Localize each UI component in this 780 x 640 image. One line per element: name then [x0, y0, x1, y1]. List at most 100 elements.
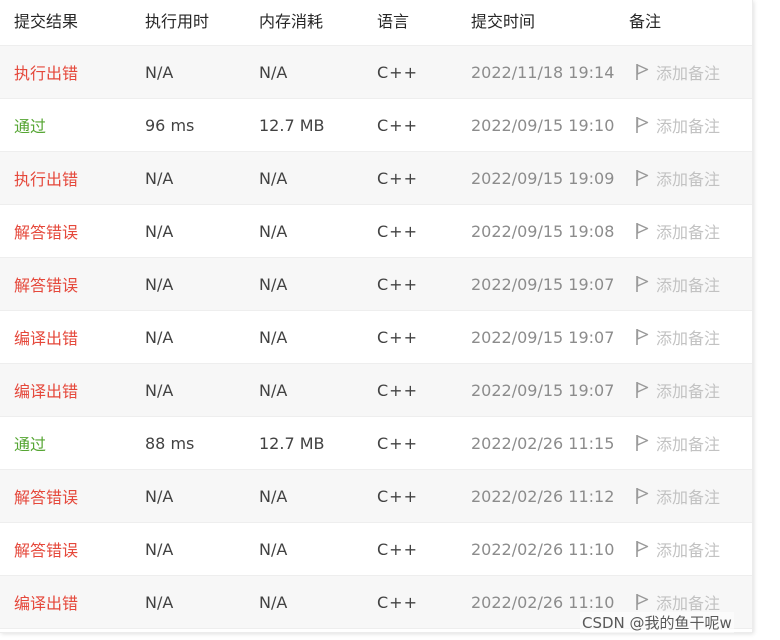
table-row: 通过 96 ms 12.7 MB C++ 2022/09/15 19:10 添加备注	[0, 99, 752, 152]
memory-value: N/A	[259, 62, 288, 82]
header-runtime[interactable]: 执行用时	[145, 0, 209, 40]
status-link[interactable]: 通过	[14, 417, 46, 469]
runtime-value: N/A	[145, 62, 174, 82]
language-value: C++	[377, 539, 418, 559]
add-note-button[interactable]: 添加备注	[634, 46, 720, 98]
add-note-label: 添加备注	[656, 382, 721, 401]
status-link[interactable]: 解答错误	[14, 470, 78, 522]
add-note-label: 添加备注	[656, 329, 721, 348]
add-note-button[interactable]: 添加备注	[634, 523, 720, 575]
add-note-label: 添加备注	[656, 435, 721, 454]
status-link[interactable]: 通过	[14, 99, 46, 151]
add-note-button[interactable]: 添加备注	[634, 311, 720, 363]
language-value: C++	[377, 327, 418, 347]
runtime-value: N/A	[145, 168, 174, 188]
table-row: 执行出错 N/A N/A C++ 2022/11/18 19:14 添加备注	[0, 46, 752, 99]
table-row: 解答错误 N/A N/A C++ 2022/02/26 11:12 添加备注	[0, 470, 752, 523]
flag-icon	[634, 115, 650, 135]
memory-value: 12.7 MB	[259, 115, 325, 135]
runtime-value: N/A	[145, 539, 174, 559]
language-value: C++	[377, 62, 418, 82]
status-link[interactable]: 解答错误	[14, 523, 78, 575]
runtime-value: N/A	[145, 221, 174, 241]
language-value: C++	[377, 274, 418, 294]
flag-icon	[634, 592, 650, 612]
submitted-time: 2022/11/18 19:14	[471, 62, 615, 82]
flag-icon	[634, 62, 650, 82]
flag-icon	[634, 486, 650, 506]
table-row: 编译出错 N/A N/A C++ 2022/09/15 19:07 添加备注	[0, 364, 752, 417]
submitted-time: 2022/09/15 19:09	[471, 168, 615, 188]
memory-value: N/A	[259, 168, 288, 188]
status-link[interactable]: 编译出错	[14, 311, 78, 363]
status-link[interactable]: 解答错误	[14, 258, 78, 310]
add-note-button[interactable]: 添加备注	[634, 205, 720, 257]
submitted-time: 2022/09/15 19:07	[471, 274, 615, 294]
submitted-time: 2022/02/26 11:12	[471, 486, 615, 506]
add-note-button[interactable]: 添加备注	[634, 364, 720, 416]
add-note-button[interactable]: 添加备注	[634, 99, 720, 151]
add-note-label: 添加备注	[656, 594, 721, 613]
status-link[interactable]: 编译出错	[14, 576, 78, 628]
add-note-label: 添加备注	[656, 223, 721, 242]
submitted-time: 2022/02/26 11:10	[471, 539, 615, 559]
memory-value: 12.7 MB	[259, 433, 325, 453]
memory-value: N/A	[259, 539, 288, 559]
add-note-label: 添加备注	[656, 64, 721, 83]
table-row: 通过 88 ms 12.7 MB C++ 2022/02/26 11:15 添加备注	[0, 417, 752, 470]
status-link[interactable]: 执行出错	[14, 46, 78, 98]
table-row: 解答错误 N/A N/A C++ 2022/09/15 19:07 添加备注	[0, 258, 752, 311]
runtime-value: N/A	[145, 486, 174, 506]
runtime-value: N/A	[145, 274, 174, 294]
memory-value: N/A	[259, 327, 288, 347]
runtime-value: N/A	[145, 592, 174, 612]
memory-value: N/A	[259, 274, 288, 294]
flag-icon	[634, 327, 650, 347]
submitted-time: 2022/09/15 19:10	[471, 115, 615, 135]
add-note-button[interactable]: 添加备注	[634, 152, 720, 204]
add-note-button[interactable]: 添加备注	[634, 417, 720, 469]
memory-value: N/A	[259, 486, 288, 506]
language-value: C++	[377, 486, 418, 506]
language-value: C++	[377, 221, 418, 241]
table-row: 解答错误 N/A N/A C++ 2022/09/15 19:08 添加备注	[0, 205, 752, 258]
submitted-time: 2022/09/15 19:07	[471, 327, 615, 347]
memory-value: N/A	[259, 221, 288, 241]
status-link[interactable]: 执行出错	[14, 152, 78, 204]
table-row: 执行出错 N/A N/A C++ 2022/09/15 19:09 添加备注	[0, 152, 752, 205]
submitted-time: 2022/02/26 11:15	[471, 433, 615, 453]
header-note: 备注	[629, 12, 662, 31]
flag-icon	[634, 539, 650, 559]
table-row: 编译出错 N/A N/A C++ 2022/09/15 19:07 添加备注	[0, 311, 752, 364]
add-note-button[interactable]: 添加备注	[634, 258, 720, 310]
language-value: C++	[377, 433, 418, 453]
table-header: 提交结果 执行用时 内存消耗 语言 提交时间 备注	[0, 0, 752, 46]
table-row: 解答错误 N/A N/A C++ 2022/02/26 11:10 添加备注	[0, 523, 752, 576]
language-value: C++	[377, 168, 418, 188]
header-memory[interactable]: 内存消耗	[259, 0, 323, 40]
add-note-button[interactable]: 添加备注	[634, 470, 720, 522]
flag-icon	[634, 274, 650, 294]
memory-value: N/A	[259, 380, 288, 400]
submission-table: 提交结果 执行用时 内存消耗 语言 提交时间 备注 执行出错 N/A N/A C++ 2…	[0, 0, 753, 633]
runtime-value: 96 ms	[145, 115, 195, 135]
flag-icon	[634, 168, 650, 188]
submitted-time: 2022/09/15 19:08	[471, 221, 615, 241]
language-value: C++	[377, 115, 418, 135]
flag-icon	[634, 433, 650, 453]
header-status[interactable]: 提交结果	[14, 0, 78, 40]
submitted-time: 2022/09/15 19:07	[471, 380, 615, 400]
runtime-value: N/A	[145, 380, 174, 400]
header-language[interactable]: 语言	[377, 0, 409, 40]
add-note-label: 添加备注	[656, 541, 721, 560]
status-link[interactable]: 编译出错	[14, 364, 78, 416]
add-note-label: 添加备注	[656, 117, 721, 136]
add-note-label: 添加备注	[656, 488, 721, 507]
watermark: CSDN @我的鱼干呢w	[580, 612, 734, 633]
status-link[interactable]: 解答错误	[14, 205, 78, 257]
memory-value: N/A	[259, 592, 288, 612]
runtime-value: 88 ms	[145, 433, 195, 453]
language-value: C++	[377, 592, 418, 612]
add-note-label: 添加备注	[656, 276, 721, 295]
header-submitted[interactable]: 提交时间	[471, 0, 535, 40]
